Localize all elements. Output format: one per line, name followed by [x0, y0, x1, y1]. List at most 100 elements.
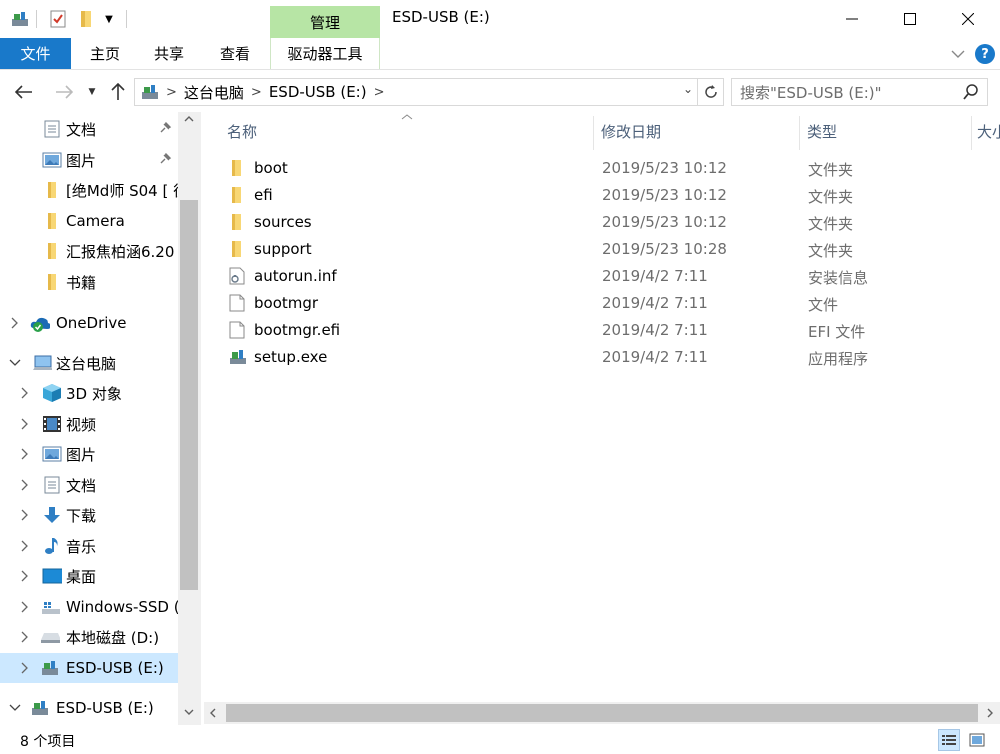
chevron-right-icon[interactable]	[18, 386, 32, 400]
tab-drive-tools[interactable]: 驱动器工具	[270, 38, 380, 69]
address-bar[interactable]: > 这台电脑 > ESD-USB (E:) > ⌄	[134, 78, 724, 106]
chevron-right-icon[interactable]	[18, 508, 32, 522]
large-icons-view-icon	[969, 733, 985, 747]
chevron-down-icon[interactable]	[8, 356, 22, 370]
title-bar: ▼ 管理 ESD-USB (E:)	[0, 0, 1000, 38]
sidebar-item-desktop[interactable]: 桌面	[0, 561, 178, 591]
sidebar-item-folder[interactable]: [绝Md师 S04 [ 征	[0, 175, 178, 205]
file-row[interactable]: autorun.inf 2019/4/2 7:11 安装信息	[223, 263, 983, 290]
back-button[interactable]	[12, 80, 36, 104]
close-button[interactable]	[940, 0, 996, 38]
breadcrumb-this-pc[interactable]: 这台电脑	[184, 82, 244, 103]
sidebar-item-books[interactable]: 书籍	[0, 267, 178, 297]
horizontal-scrollbar-thumb[interactable]	[226, 704, 978, 722]
file-row[interactable]: support 2019/5/23 10:28 文件夹	[223, 236, 983, 263]
chevron-right-icon[interactable]	[18, 417, 32, 431]
file-row[interactable]: bootmgr.efi 2019/4/2 7:11 EFI 文件	[223, 317, 983, 344]
column-header-name[interactable]: 名称	[227, 112, 257, 150]
pictures-icon	[42, 444, 62, 464]
chevron-down-icon[interactable]	[8, 701, 22, 715]
breadcrumb-current[interactable]: ESD-USB (E:)	[269, 83, 367, 101]
tab-file[interactable]: 文件	[0, 38, 71, 69]
chevron-right-icon[interactable]	[18, 661, 32, 675]
sidebar-item-label: 图片	[66, 151, 97, 170]
sort-ascending-icon	[401, 114, 413, 120]
file-row[interactable]: efi 2019/5/23 10:12 文件夹	[223, 182, 983, 209]
usb-drive-icon	[30, 698, 50, 718]
sidebar-item-videos[interactable]: 视频	[0, 409, 178, 439]
file-name: bootmgr	[254, 294, 319, 312]
sidebar-item-label: 下载	[66, 506, 97, 525]
column-header-date[interactable]: 修改日期	[601, 112, 661, 150]
customize-toolbar-chevron-icon[interactable]: ▼	[100, 6, 118, 32]
sidebar-item-onedrive[interactable]: OneDrive	[0, 308, 178, 338]
sidebar-item-pictures[interactable]: 图片	[0, 439, 178, 469]
chevron-right-icon[interactable]	[18, 478, 32, 492]
new-folder-icon[interactable]	[74, 6, 98, 32]
breadcrumb-separator[interactable]: >	[251, 85, 262, 100]
sidebar-item-documents-quick[interactable]: 文档	[0, 114, 178, 144]
chevron-right-icon[interactable]	[18, 569, 32, 583]
sidebar-scrollbar-thumb[interactable]	[180, 200, 198, 590]
sidebar-item-downloads[interactable]: 下载	[0, 500, 178, 530]
chevron-right-icon[interactable]	[18, 539, 32, 553]
up-button[interactable]	[106, 80, 130, 104]
refresh-button[interactable]	[697, 79, 723, 105]
folder-icon	[229, 159, 247, 177]
sidebar-item-this-pc[interactable]: 这台电脑	[0, 348, 178, 378]
file-icon	[229, 321, 247, 339]
usb-drive-icon[interactable]	[8, 6, 32, 32]
tab-share[interactable]: 共享	[142, 38, 196, 69]
file-date: 2019/4/2 7:11	[602, 321, 708, 339]
help-button[interactable]: ?	[975, 44, 995, 64]
file-row[interactable]: boot 2019/5/23 10:12 文件夹	[223, 155, 983, 182]
recent-locations-button[interactable]: ▼	[82, 80, 102, 104]
sidebar-item-local-disk-d[interactable]: 本地磁盘 (D:)	[0, 622, 178, 652]
properties-icon[interactable]	[46, 6, 70, 32]
file-row[interactable]: sources 2019/5/23 10:12 文件夹	[223, 209, 983, 236]
breadcrumb-separator[interactable]: >	[374, 85, 385, 100]
chevron-right-icon[interactable]	[18, 447, 32, 461]
sidebar-item-music[interactable]: 音乐	[0, 531, 178, 561]
sidebar-item-documents[interactable]: 文档	[0, 470, 178, 500]
sidebar-item-pictures-quick[interactable]: 图片	[0, 145, 178, 175]
setup-info-icon	[229, 267, 247, 285]
sidebar-item-esd-usb-selected[interactable]: ESD-USB (E:)	[0, 653, 178, 683]
sidebar-item-3d-objects[interactable]: 3D 对象	[0, 378, 178, 408]
address-history-dropdown[interactable]: ⌄	[683, 82, 693, 96]
sidebar-item-label: Windows-SSD (C	[66, 598, 178, 616]
chevron-right-icon[interactable]	[8, 316, 22, 330]
large-icons-view-button[interactable]	[966, 729, 988, 751]
file-row[interactable]: bootmgr 2019/4/2 7:11 文件	[223, 290, 983, 317]
forward-button[interactable]	[52, 80, 76, 104]
pin-icon	[158, 152, 174, 168]
details-view-button[interactable]	[938, 729, 960, 751]
search-icon[interactable]	[963, 84, 979, 104]
sidebar-item-esd-usb[interactable]: ESD-USB (E:)	[0, 693, 178, 723]
sidebar-item-windows-ssd[interactable]: Windows-SSD (C	[0, 592, 178, 622]
column-header-type[interactable]: 类型	[807, 112, 837, 150]
column-header-size[interactable]: 大小	[977, 112, 1000, 150]
chevron-right-icon[interactable]	[18, 600, 32, 614]
search-input[interactable]: 搜索"ESD-USB (E:)"	[740, 82, 882, 103]
folder-icon	[229, 240, 247, 258]
chevron-left-icon	[210, 708, 216, 718]
breadcrumb-separator[interactable]: >	[166, 85, 177, 100]
sidebar-item-label: 3D 对象	[66, 384, 122, 403]
expand-ribbon-button[interactable]	[948, 44, 968, 64]
tab-home[interactable]: 主页	[78, 38, 132, 69]
search-box[interactable]: 搜索"ESD-USB (E:)"	[731, 78, 988, 106]
sidebar-item-label: Camera	[66, 212, 125, 230]
tab-view[interactable]: 查看	[208, 38, 262, 69]
file-row[interactable]: setup.exe 2019/4/2 7:11 应用程序	[223, 344, 983, 371]
sidebar-item-report[interactable]: 汇报焦柏涵6.20	[0, 236, 178, 266]
file-icon	[229, 294, 247, 312]
minimize-icon	[846, 18, 858, 20]
minimize-button[interactable]	[824, 0, 880, 38]
maximize-icon	[904, 13, 916, 25]
file-type: 应用程序	[808, 350, 869, 368]
chevron-right-icon[interactable]	[18, 630, 32, 644]
sidebar-item-camera[interactable]: Camera	[0, 206, 178, 236]
maximize-button[interactable]	[882, 0, 938, 38]
pictures-icon	[42, 150, 62, 170]
